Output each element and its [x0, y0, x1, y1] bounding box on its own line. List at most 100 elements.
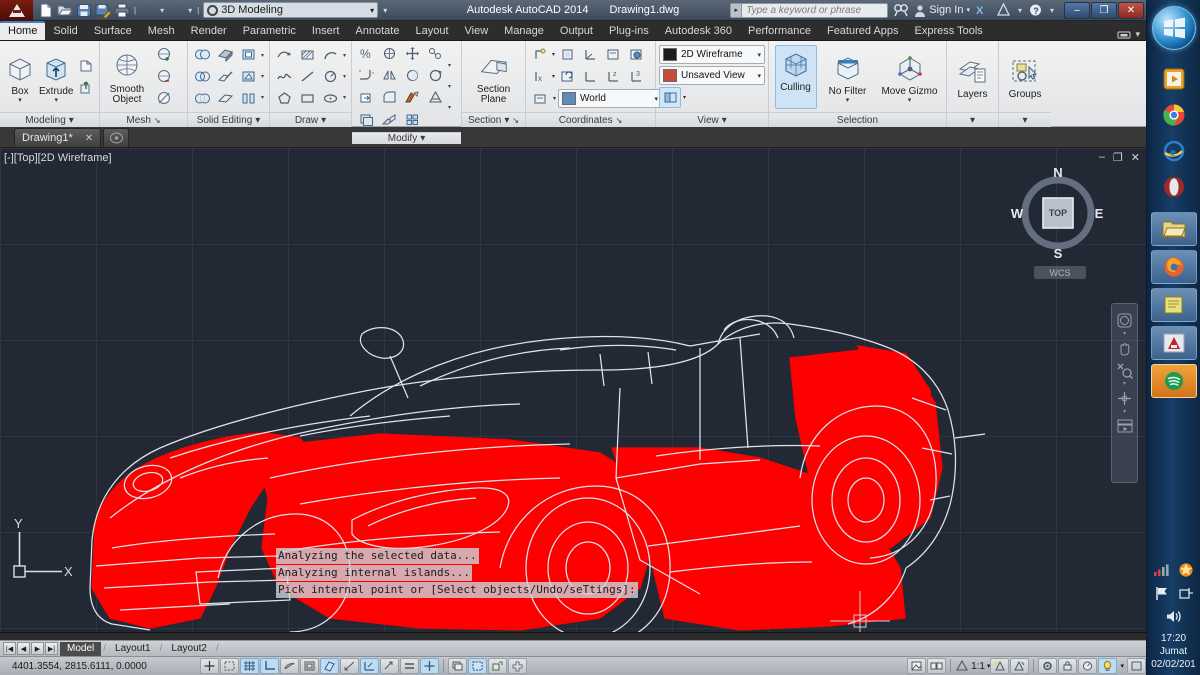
modify-caret-1-icon[interactable]: ▾ [448, 62, 451, 69]
tab-render[interactable]: Render [183, 23, 235, 40]
ucs-3-icon[interactable]: 3 [625, 66, 647, 87]
extrude-faces-icon[interactable] [237, 44, 259, 65]
autocad-icon[interactable] [1150, 326, 1197, 360]
modify-caret-2-icon[interactable]: ▾ [448, 83, 451, 90]
steering-wheel-caret-icon[interactable]: ▾ [1123, 331, 1126, 337]
panel-view-title[interactable]: View ▾ [656, 112, 768, 127]
file-tab-drawing1[interactable]: Drawing1* ✕ [14, 128, 102, 147]
visual-style-caret-icon[interactable]: ▾ [757, 51, 761, 59]
workspace-selector[interactable]: 3D Modeling ▾ [203, 2, 379, 18]
solid-editing-caret-1-icon[interactable]: ▾ [261, 52, 264, 59]
tab-featured-apps[interactable]: Featured Apps [819, 23, 907, 40]
3d-move-percent-icon[interactable]: % [355, 43, 377, 64]
spotify-icon[interactable] [1150, 364, 1197, 398]
tab-view[interactable]: View [457, 23, 497, 40]
panel-coordinates-title[interactable]: Coordinates ↘ [526, 112, 655, 127]
tab-layout[interactable]: Layout [407, 23, 456, 40]
showmotion-icon[interactable] [1115, 416, 1135, 436]
internet-explorer-icon[interactable]: e [1159, 136, 1189, 166]
panel-mesh-title[interactable]: Mesh ↘ [100, 112, 187, 127]
wcs-button[interactable]: WCS [1034, 266, 1086, 279]
orbit-icon[interactable] [1115, 388, 1135, 408]
solid-editing-caret-3-icon[interactable]: ▾ [261, 94, 264, 101]
search-dropdown-icon[interactable]: ▸ [731, 3, 743, 17]
action-center-icon[interactable] [1177, 562, 1195, 583]
smooth-less-icon[interactable] [153, 66, 175, 87]
ucs-world-reset-icon[interactable] [556, 44, 578, 65]
arc-icon[interactable] [319, 44, 341, 65]
autoscale-icon[interactable] [1010, 658, 1030, 674]
clock[interactable]: 17:20 Jumat 02/02/201 [1151, 632, 1196, 671]
tab-insert[interactable]: Insert [304, 23, 348, 40]
3d-scale-icon[interactable] [401, 65, 423, 86]
chrome-icon[interactable] [1159, 100, 1189, 130]
tab-solid[interactable]: Solid [45, 23, 85, 40]
named-view-caret-icon[interactable]: ▾ [757, 72, 761, 80]
panel-selection-title[interactable]: Selection [769, 112, 946, 127]
save-as-icon[interactable] [95, 3, 112, 18]
save-icon[interactable] [76, 3, 92, 18]
visual-style-combo[interactable]: 2D Wireframe ▾ [659, 45, 765, 64]
tab-parametric[interactable]: Parametric [235, 23, 304, 40]
autodesk-caret[interactable]: ▾ [1017, 6, 1023, 15]
next-layout-button[interactable]: ▶ [31, 642, 44, 655]
subtract-icon[interactable] [191, 66, 213, 87]
coordinates-display[interactable]: 4401.3554, 2815.6111, 0.0000 [0, 661, 200, 672]
panel-coordinates-launcher-icon[interactable]: ↘ [616, 116, 623, 125]
polyline-icon[interactable] [273, 44, 295, 65]
workspace-extra-caret[interactable]: ▾ [383, 6, 387, 15]
line-icon[interactable] [296, 66, 318, 87]
3d-array-icon[interactable] [424, 65, 446, 86]
panel-solid-editing-title[interactable]: Solid Editing ▾ [188, 112, 269, 127]
extrude-button[interactable]: Extrude ▾ [39, 50, 73, 104]
windows-start-orb[interactable] [1151, 6, 1196, 50]
polar-tracking-toggle[interactable] [280, 658, 299, 674]
3d-align-icon[interactable] [424, 43, 446, 64]
materials-icon[interactable] [401, 87, 423, 108]
ellipse-icon[interactable] [319, 88, 341, 109]
fullscreen-icon[interactable] [1127, 658, 1146, 674]
clean-screen-caret-icon[interactable]: ▾ [1118, 662, 1126, 670]
transparency-toggle[interactable] [420, 658, 439, 674]
ucs-previous-icon[interactable] [556, 66, 578, 87]
panel-modify-caret-icon[interactable]: ▾ [420, 133, 425, 144]
draw-caret-3-icon[interactable]: ▾ [343, 94, 346, 101]
undo-icon[interactable] [140, 3, 156, 18]
new-icon[interactable] [38, 3, 54, 18]
culling-button[interactable]: Culling [774, 44, 817, 109]
steering-wheel-icon[interactable] [1115, 310, 1135, 330]
panel-section-caret-icon[interactable]: ▾ [504, 115, 509, 126]
hatch-icon[interactable] [296, 44, 318, 65]
isolate-objects-toggle[interactable] [488, 658, 507, 674]
tab-manage[interactable]: Manage [496, 23, 552, 40]
exchange-apps-icon[interactable]: X [975, 3, 991, 18]
panel-view-caret-icon[interactable]: ▾ [722, 115, 727, 126]
box-button[interactable]: Box ▾ [3, 50, 37, 104]
network-icon[interactable] [1153, 563, 1169, 582]
close-button[interactable]: ✕ [1118, 1, 1144, 19]
interfere-icon[interactable] [378, 109, 400, 130]
workspace-switching-icon[interactable] [1038, 658, 1058, 674]
dynamic-input-toggle[interactable] [380, 658, 399, 674]
3d-mirror-icon[interactable] [378, 65, 400, 86]
tab-express-tools[interactable]: Express Tools [907, 23, 991, 40]
move-gizmo-caret-icon[interactable]: ▾ [908, 97, 912, 104]
ribbon-minimize-control[interactable]: ▾ [1116, 29, 1146, 40]
layout-tab-layout1[interactable]: Layout1 [108, 642, 158, 656]
autodesk-a-icon[interactable] [996, 2, 1012, 18]
rectangle-icon[interactable] [296, 88, 318, 109]
no-filter-button[interactable]: No Filter ▾ [823, 50, 873, 104]
move-gizmo-button[interactable]: Move Gizmo ▾ [879, 50, 941, 104]
clean-screen-icon[interactable] [1098, 658, 1118, 674]
solid-editing-caret-2-icon[interactable]: ▾ [261, 73, 264, 80]
redo-icon[interactable] [168, 3, 184, 18]
redo-caret[interactable]: ▾ [187, 6, 193, 15]
viewcube[interactable]: TOP N S E W [1008, 163, 1108, 263]
panel-section-launcher-icon[interactable]: ↘ [512, 116, 519, 125]
ucs-z-axis-icon[interactable] [579, 44, 601, 65]
move-icon[interactable] [401, 43, 423, 64]
ucs-3point-icon[interactable] [529, 44, 551, 65]
new-tab-button[interactable] [103, 128, 130, 147]
union-icon[interactable] [191, 44, 213, 65]
last-layout-button[interactable]: ▶| [45, 642, 58, 655]
